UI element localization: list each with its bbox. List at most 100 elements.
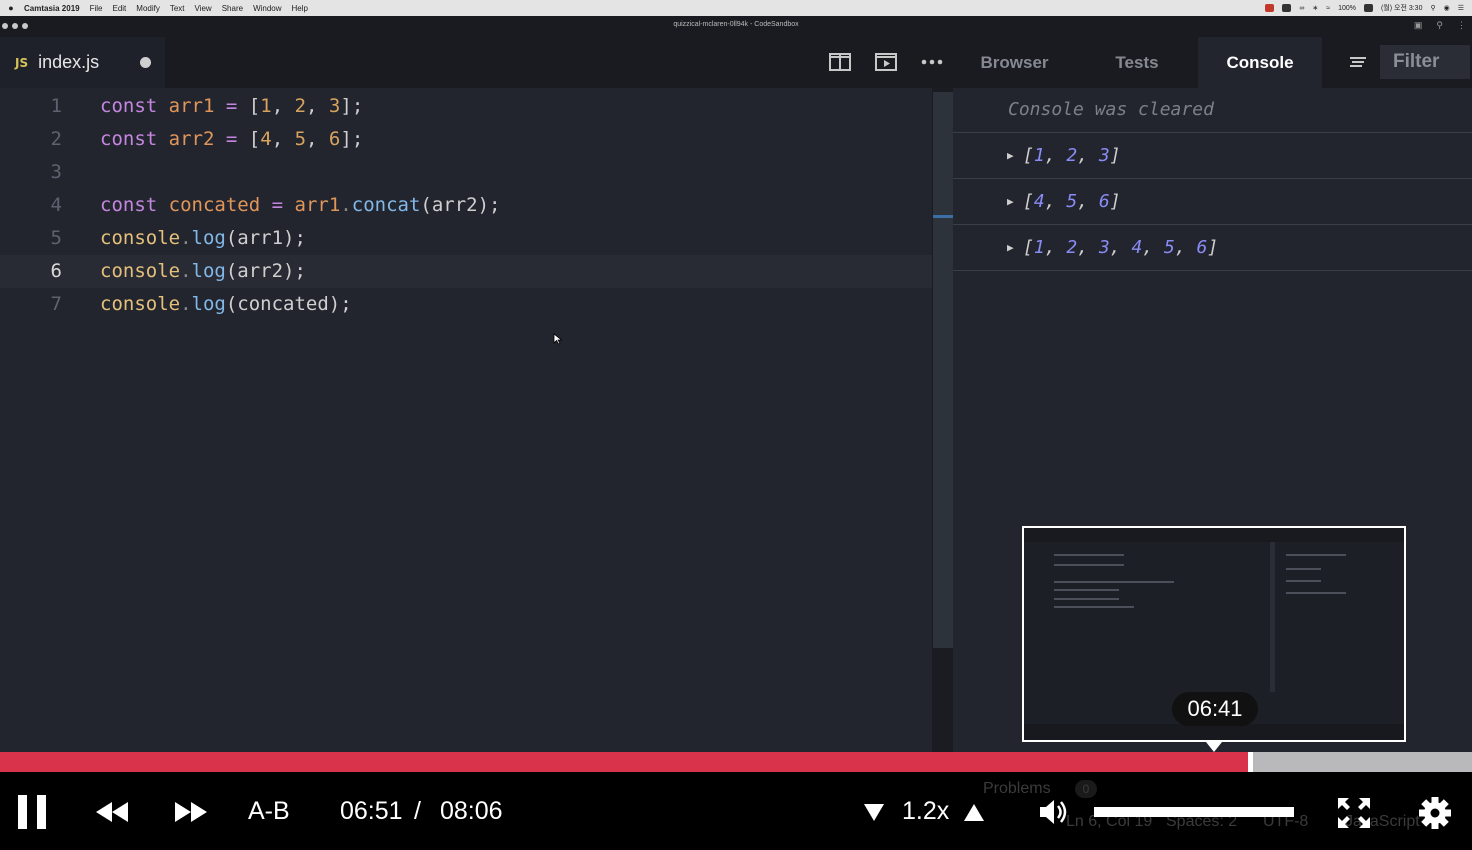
volume-icon — [1040, 800, 1067, 824]
more-vertical-icon[interactable]: ⋮ — [1457, 20, 1466, 31]
battery-label[interactable]: 100% — [1338, 5, 1356, 12]
thumbnail-mini-line — [1286, 554, 1346, 556]
editor-tabbar: JS index.js — [0, 37, 953, 88]
tab-filename: index.js — [38, 52, 100, 72]
line-number: 7 — [50, 293, 62, 315]
menu-modify[interactable]: Modify — [136, 4, 160, 13]
expand-triangle-icon[interactable]: ▶ — [1007, 179, 1014, 225]
code-text: console.log(concated); — [100, 293, 352, 315]
console-filter-input[interactable]: Filter — [1380, 45, 1470, 79]
mute-button[interactable] — [1038, 798, 1070, 826]
line-number: 1 — [50, 95, 62, 117]
preview-icon[interactable] — [875, 51, 897, 73]
speed-up-button[interactable] — [963, 802, 985, 822]
siri-icon[interactable]: ◉ — [1444, 4, 1450, 12]
seek-bar-played — [0, 752, 1248, 772]
speed-down-button[interactable] — [863, 802, 885, 822]
tab-index-js[interactable]: JS index.js — [0, 37, 165, 88]
thumbnail-mini-line — [1286, 568, 1321, 570]
line-number: 4 — [50, 194, 62, 216]
console-log-entry[interactable]: ▶ [4, 5, 6] — [953, 179, 1472, 225]
notification-center-icon[interactable]: ☰ — [1458, 4, 1464, 12]
line-number: 3 — [50, 161, 62, 183]
code-text: const concated = arr1.concat(arr2); — [100, 194, 501, 216]
mouse-pointer-icon — [553, 333, 563, 345]
code-line[interactable]: 7 console.log(concated); — [0, 288, 932, 321]
wifi-icon[interactable]: ≈ — [1326, 5, 1330, 12]
zoom-icon[interactable]: ⚲ — [1436, 20, 1443, 31]
thumbnail-mini-line — [1054, 564, 1124, 566]
duration: 08:06 — [440, 797, 503, 825]
thumbnail-mini-line — [1286, 592, 1346, 594]
code-editor[interactable]: 1 const arr1 = [1, 2, 3]; 2 const arr2 =… — [0, 88, 932, 752]
mac-menubar: ● Camtasia 2019 File Edit Modify Text Vi… — [0, 0, 1472, 16]
expand-triangle-icon[interactable]: ▶ — [1007, 133, 1014, 179]
menubar-clock[interactable]: (월) 오전 3:30 — [1381, 3, 1423, 13]
code-line[interactable]: 2 const arr2 = [4, 5, 6]; — [0, 123, 932, 156]
player-controls: Problems 0 Ln 6, Col 19 Spaces: 2 UTF-8 … — [0, 772, 1472, 850]
record-icon[interactable] — [1265, 4, 1275, 12]
console-log-entry[interactable]: ▶ [1, 2, 3, 4, 5, 6] — [953, 225, 1472, 271]
thumbnail-mini-line — [1054, 554, 1124, 556]
triangle-down-icon — [864, 804, 884, 821]
filter-lines-icon[interactable] — [1348, 52, 1368, 72]
tab-tests[interactable]: Tests — [1076, 37, 1198, 88]
code-line[interactable]: 3 — [0, 156, 932, 189]
settings-button[interactable] — [1418, 796, 1452, 830]
code-line[interactable]: 1 const arr1 = [1, 2, 3]; — [0, 90, 932, 123]
ab-repeat-button[interactable]: A-B — [248, 772, 290, 850]
menu-text[interactable]: Text — [170, 4, 185, 13]
thumbnail-mini-footer — [1024, 724, 1404, 740]
seek-bar[interactable] — [0, 752, 1472, 772]
code-line-active[interactable]: 6 console.log(arr2); — [0, 255, 932, 288]
tab-browser[interactable]: Browser — [953, 37, 1076, 88]
menubar-status-area: ∞ ∗ ≈ 100% (월) 오전 3:30 ⚲ ◉ ☰ — [1265, 0, 1464, 16]
pause-icon — [18, 795, 46, 829]
editor-scrollbar-thumb[interactable] — [933, 92, 953, 648]
tab-console[interactable]: Console — [1198, 37, 1322, 88]
seek-bar-handle[interactable] — [1248, 752, 1253, 772]
bluetooth-icon[interactable]: ∗ — [1312, 4, 1318, 12]
volume-slider[interactable] — [1094, 807, 1294, 817]
spotlight-icon[interactable]: ⚲ — [1430, 4, 1435, 12]
thumbnail-mini-line — [1286, 580, 1321, 582]
code-line[interactable]: 4 const concated = arr1.concat(arr2); — [0, 189, 932, 222]
ghost-problems-count: 0 — [1075, 780, 1097, 798]
thumbnail-mini-line — [1054, 606, 1134, 608]
gear-icon — [1419, 797, 1451, 829]
apple-icon[interactable]: ● — [4, 3, 18, 13]
menu-file[interactable]: File — [90, 4, 103, 13]
link-icon[interactable]: ∞ — [1299, 5, 1304, 12]
fast-forward-icon — [175, 802, 207, 822]
menu-share[interactable]: Share — [222, 4, 243, 13]
window-titlebar: quizzical-mclaren-0ll94k - CodeSandbox ▣… — [0, 16, 1472, 37]
expand-triangle-icon[interactable]: ▶ — [1007, 225, 1014, 271]
current-time: 06:51 — [340, 797, 403, 825]
log-array-value: [1, 2, 3] — [1023, 145, 1121, 166]
console-log-entry[interactable]: ▶ [1, 2, 3] — [953, 133, 1472, 179]
triangle-up-icon — [964, 804, 984, 821]
preview-timestamp: 06:41 — [1172, 692, 1258, 726]
code-line[interactable]: 5 console.log(arr1); — [0, 222, 932, 255]
unsaved-dot-icon[interactable] — [140, 57, 151, 68]
input-source-icon[interactable] — [1363, 4, 1373, 12]
menu-window[interactable]: Window — [253, 4, 281, 13]
thumbnail-mini-tabbar — [1024, 528, 1404, 542]
menu-help[interactable]: Help — [292, 4, 308, 13]
fast-forward-button[interactable] — [173, 800, 209, 824]
thumbnail-mini-line — [1054, 598, 1119, 600]
ghost-problems-label: Problems — [983, 780, 1051, 797]
menu-view[interactable]: View — [195, 4, 212, 13]
fullscreen-button[interactable] — [1336, 796, 1372, 830]
menu-edit[interactable]: Edit — [112, 4, 126, 13]
thumbnail-mini-line — [1054, 589, 1119, 591]
screen-icon[interactable] — [1282, 4, 1292, 12]
line-number: 5 — [50, 227, 62, 249]
menubar-app-name[interactable]: Camtasia 2019 — [24, 4, 80, 13]
thumbnail-mini-separator — [1270, 542, 1275, 692]
pause-button[interactable] — [17, 794, 47, 830]
rewind-button[interactable] — [94, 800, 130, 824]
more-horizontal-icon[interactable] — [921, 51, 943, 73]
split-editor-icon[interactable] — [829, 51, 851, 73]
translate-icon[interactable]: ▣ — [1414, 20, 1423, 31]
